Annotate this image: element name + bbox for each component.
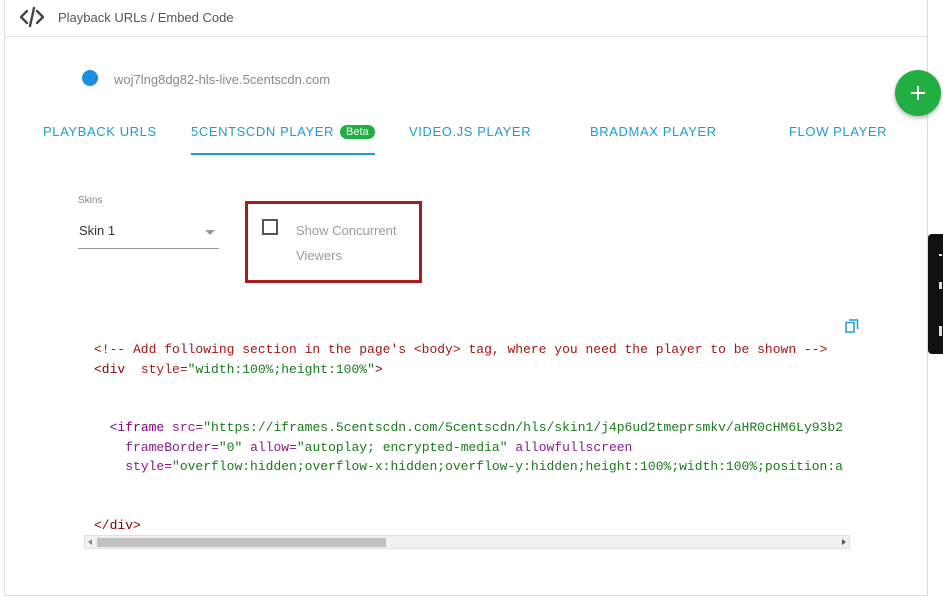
skins-selected-value: Skin 1	[79, 223, 116, 238]
side-tab-glyph-1	[939, 254, 942, 256]
tab-bradmax-player[interactable]: BRADMAX PLAYER	[590, 124, 717, 139]
beta-badge: Beta	[340, 125, 375, 139]
tab-5centscdn-player[interactable]: 5CENTSCDN PLAYER Beta	[191, 124, 375, 155]
code-div-open-tag: <div	[94, 361, 126, 377]
scrollbar-thumb[interactable]	[97, 538, 386, 547]
code-iframe-tag: <iframe	[109, 420, 165, 435]
code-horizontal-scrollbar[interactable]	[84, 535, 850, 549]
tab-flow-player[interactable]: FLOW PLAYER	[789, 124, 887, 139]
scroll-left-arrow-icon[interactable]	[88, 539, 92, 545]
scroll-right-arrow-icon[interactable]	[842, 539, 846, 545]
panel-title: Playback URLs / Embed Code	[58, 10, 234, 25]
stream-name: woj7lng8dg82-hls-live.5centscdn.com	[114, 72, 331, 87]
code-allowfullscreen: allowfullscreen	[515, 439, 633, 455]
side-tab-glyph-2	[939, 282, 942, 289]
stream-status-dot	[82, 70, 98, 86]
caret-down-icon	[205, 230, 215, 235]
code-src-attr: src=	[172, 420, 204, 435]
code-frameborder-value: "0"	[218, 439, 243, 455]
code-icon	[19, 6, 45, 28]
side-feedback-tab[interactable]	[928, 234, 943, 354]
code-style-value: "overflow:hidden;overflow-x:hidden;overf…	[172, 459, 843, 474]
side-tab-glyph-3	[939, 326, 942, 336]
code-div-close: </div>	[94, 517, 141, 533]
skins-label: Skins	[78, 195, 103, 206]
code-allow-value: "autoplay; encrypted-media"	[296, 439, 508, 455]
code-div-close-bracket: >	[374, 361, 383, 377]
copy-icon[interactable]	[845, 319, 859, 333]
code-div-style-value: "width:100%;height:100%"	[187, 361, 375, 377]
tab-videojs-player[interactable]: VIDEO.JS PLAYER	[409, 124, 531, 139]
show-concurrent-viewers-checkbox[interactable]	[262, 219, 278, 235]
code-comment: <!-- Add following section in the page's…	[94, 342, 828, 357]
embed-code-block[interactable]: <!-- Add following section in the page's…	[94, 340, 846, 532]
skins-select[interactable]: Skin 1	[78, 215, 219, 249]
show-concurrent-viewers-label[interactable]: Show Concurrent Viewers	[296, 218, 414, 268]
code-frameborder-attr: frameBorder=	[125, 439, 219, 455]
tab-5centscdn-player-label: 5CENTSCDN PLAYER	[191, 124, 335, 139]
player-tabs: PLAYBACK URLS 5CENTSCDN PLAYER Beta VIDEO…	[0, 115, 920, 157]
panel-header: Playback URLs / Embed Code	[5, 0, 927, 37]
plus-icon-vertical	[917, 86, 919, 100]
code-allow-attr: allow=	[250, 439, 297, 455]
code-div-style-attr: style=	[140, 361, 188, 377]
code-style-attr: style=	[125, 459, 173, 474]
tab-playback-urls[interactable]: PLAYBACK URLS	[43, 124, 157, 139]
code-src-value: "https://iframes.5centscdn.com/5centscdn…	[203, 420, 843, 435]
add-button[interactable]	[895, 70, 941, 116]
